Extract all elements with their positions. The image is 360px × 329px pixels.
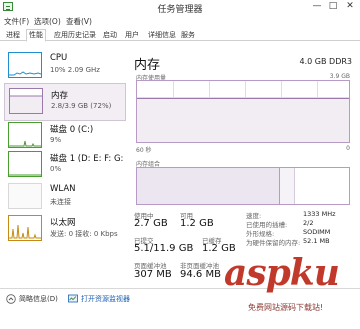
tab-bar: 进程 性能 应用历史记录 启动 用户 详细信息 服务 bbox=[0, 28, 360, 42]
sidebar-item-detail: 发送: 0 接收: 0 Kbps bbox=[50, 230, 118, 238]
composition-standby bbox=[280, 168, 294, 204]
sidebar-item-ethernet[interactable]: 以太网 发送: 0 接收: 0 Kbps bbox=[4, 211, 126, 249]
tab-app-history[interactable]: 应用历史记录 bbox=[51, 29, 99, 41]
sidebar-item-memory[interactable]: 内存 2.8/3.9 GB (72%) bbox=[4, 83, 126, 121]
menu-view[interactable]: 查看(V) bbox=[66, 16, 92, 27]
spec-speed-value: 1333 MHz bbox=[303, 210, 336, 218]
menu-file[interactable]: 文件(F) bbox=[4, 16, 29, 27]
graph-max-label: 3.9 GB bbox=[329, 73, 350, 80]
paged-pool-value: 307 MB bbox=[134, 269, 172, 280]
tab-services[interactable]: 服务 bbox=[178, 29, 198, 41]
wlan-thumbnail-graph bbox=[8, 183, 42, 209]
resource-monitor-icon bbox=[68, 294, 78, 303]
sidebar-item-detail: 10% 2.09 GHz bbox=[50, 66, 100, 74]
sidebar-item-label: 磁盘 0 (C:) bbox=[50, 125, 94, 135]
chevron-up-icon[interactable] bbox=[6, 294, 16, 304]
disk-0-thumbnail-graph bbox=[8, 122, 42, 148]
nonpaged-pool-value: 94.6 MB bbox=[180, 269, 221, 280]
disk-1-thumbnail-graph bbox=[8, 151, 42, 177]
tab-details[interactable]: 详细信息 bbox=[145, 29, 179, 41]
ethernet-thumbnail-graph bbox=[8, 215, 42, 241]
in-use-value: 2.7 GB bbox=[134, 218, 168, 229]
composition-divider bbox=[294, 168, 295, 204]
watermark-logo: aspku bbox=[224, 252, 340, 294]
watermark-subtitle: 免费网站源码下载站! bbox=[248, 303, 324, 312]
site-watermark: aspku 免费网站源码下载站! bbox=[220, 244, 360, 329]
tab-users[interactable]: 用户 bbox=[122, 29, 142, 41]
tab-processes[interactable]: 进程 bbox=[3, 29, 23, 41]
window-title: 任务管理器 bbox=[157, 5, 203, 15]
sidebar-item-detail: 2.8/3.9 GB (72%) bbox=[51, 102, 112, 110]
tab-startup[interactable]: 启动 bbox=[100, 29, 120, 41]
title-bar: 任务管理器 — □ ✕ bbox=[0, 0, 360, 15]
resource-sidebar: CPU 10% 2.09 GHz 内存 2.8/3.9 GB (72%) 磁盘 … bbox=[0, 42, 128, 287]
sidebar-item-detail: 0% bbox=[50, 165, 62, 173]
sidebar-item-label: 以太网 bbox=[50, 218, 76, 228]
committed-value: 5.1/11.9 GB bbox=[134, 243, 194, 254]
sidebar-item-label: WLAN bbox=[50, 184, 76, 194]
composition-in-use bbox=[137, 168, 279, 204]
cpu-thumbnail-graph bbox=[8, 52, 42, 78]
tab-performance[interactable]: 性能 bbox=[26, 29, 46, 42]
close-button[interactable]: ✕ bbox=[343, 1, 357, 12]
sidebar-item-label: 内存 bbox=[51, 91, 69, 101]
spec-form-factor-value: SODIMM bbox=[303, 228, 331, 236]
memory-thumbnail-graph bbox=[9, 88, 43, 114]
graph-time-left: 60 秒 bbox=[136, 147, 152, 154]
sidebar-item-detail: 未连接 bbox=[50, 198, 71, 206]
less-details-button[interactable]: 简略信息(D) bbox=[19, 294, 58, 304]
minimize-button[interactable]: — bbox=[310, 1, 324, 12]
sidebar-item-cpu[interactable]: CPU 10% 2.09 GHz bbox=[4, 48, 126, 86]
memory-usage-graph bbox=[136, 80, 350, 143]
spec-slots-value: 2/2 bbox=[303, 219, 314, 227]
maximize-button[interactable]: □ bbox=[326, 1, 340, 12]
panel-title: 内存 bbox=[134, 58, 161, 73]
sidebar-item-label: 磁盘 1 (D: E: F: G: bbox=[50, 154, 124, 164]
memory-usage-fill bbox=[137, 98, 349, 142]
graph-time-right: 0 bbox=[346, 145, 350, 152]
open-resource-monitor-link[interactable]: 打开资源监视器 bbox=[81, 294, 130, 304]
sidebar-item-detail: 9% bbox=[50, 136, 62, 144]
menu-bar: 文件(F) 选项(O) 查看(V) bbox=[0, 15, 360, 27]
available-value: 1.2 GB bbox=[180, 218, 214, 229]
menu-options[interactable]: 选项(O) bbox=[34, 16, 61, 27]
memory-spec: 4.0 GB DDR3 bbox=[299, 57, 352, 66]
sidebar-item-label: CPU bbox=[50, 53, 68, 63]
memory-composition-bar bbox=[136, 167, 350, 205]
